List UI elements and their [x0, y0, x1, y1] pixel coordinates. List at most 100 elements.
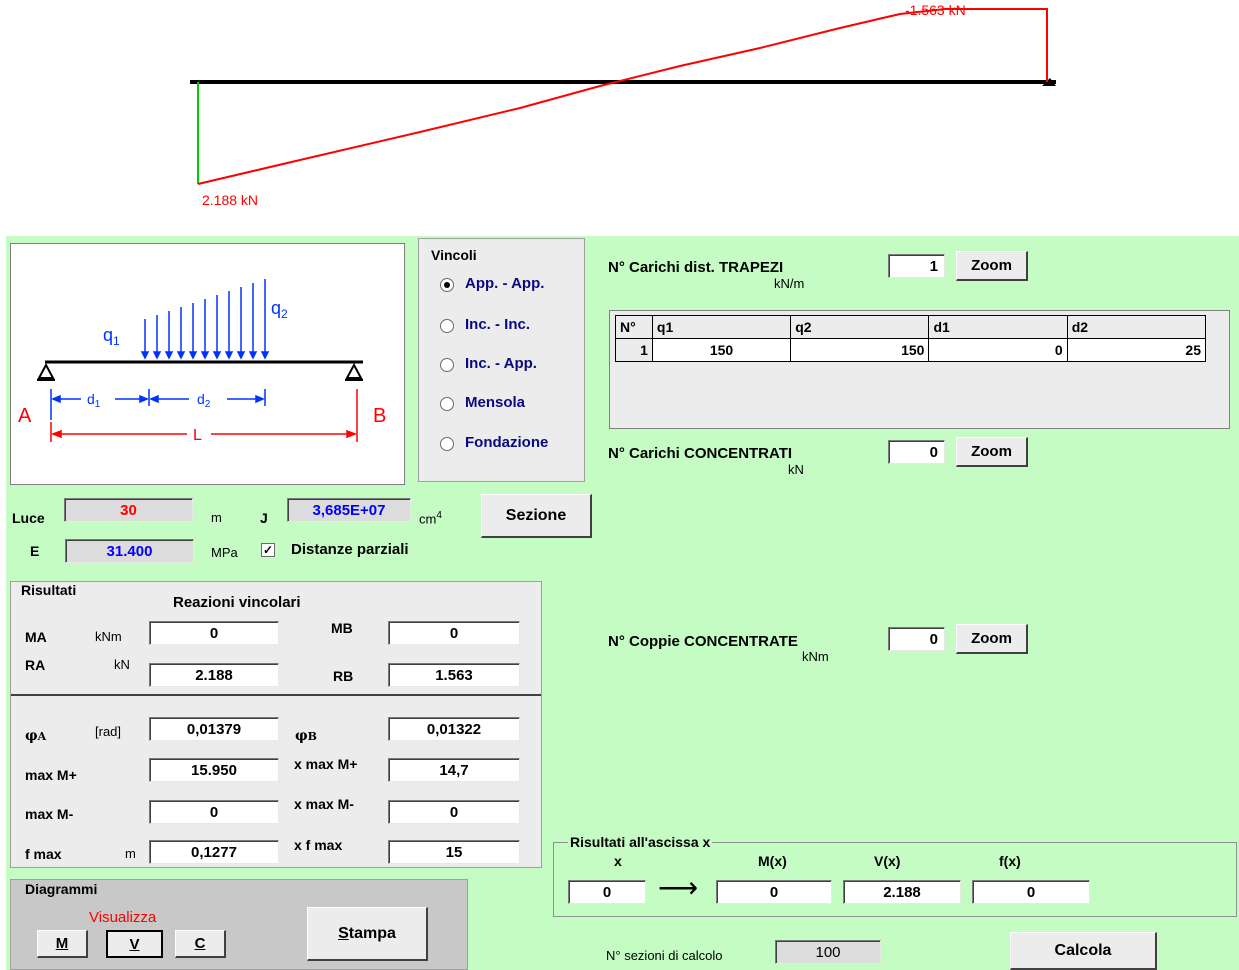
e-label: E [30, 543, 40, 559]
risultati-divider [11, 694, 541, 696]
sezioni-input[interactable]: 100 [775, 940, 881, 964]
phi-b-value: 0,01322 [388, 717, 520, 741]
ascissa-box: Risultati all'ascissa x x M(x) V(x) f(x)… [553, 834, 1237, 917]
radio-mensola[interactable] [440, 397, 454, 411]
max-m-plus-label: max M+ [25, 767, 77, 783]
coppie-count-input[interactable]: 0 [888, 627, 945, 651]
cell-d2[interactable]: 25 [1066, 338, 1207, 362]
stampa-button[interactable]: Stampa [307, 907, 428, 961]
trapezi-table: N° q1 q2 d1 d2 1 150 150 0 25 [615, 315, 1207, 362]
reazioni-subtitle: Reazioni vincolari [173, 594, 301, 611]
vincoli-title: Vincoli [431, 247, 477, 263]
mb-label: MB [331, 620, 353, 636]
radio-app-app[interactable] [440, 278, 454, 292]
luce-unit: m [211, 510, 222, 525]
trapezi-unit: kN/m [774, 276, 805, 291]
ascissa-f-value: 0 [972, 880, 1090, 904]
beam-sketch-drawing: q1 q2 A B d1 d2 L [18, 279, 386, 444]
col-header-n: N° [615, 315, 653, 339]
sezione-button[interactable]: Sezione [481, 494, 592, 538]
distanze-label[interactable]: Distanze parziali [291, 541, 409, 558]
radio-inc-inc-label[interactable]: Inc. - Inc. [465, 316, 530, 333]
radio-inc-app[interactable] [440, 358, 454, 372]
vincoli-box: Vincoli App. - App. Inc. - Inc. Inc. - A… [418, 238, 585, 482]
diagram-c-button[interactable]: C [175, 930, 226, 958]
coppie-zoom-button[interactable]: Zoom [956, 624, 1028, 654]
d2-label: d2 [197, 391, 211, 410]
radio-fondazione[interactable] [440, 437, 454, 451]
f-max-value: 0,1277 [149, 840, 279, 864]
ra-label: RA [25, 657, 46, 673]
ra-value: 2.188 [149, 663, 279, 687]
diagram-m-button[interactable]: M [37, 930, 88, 958]
radio-inc-inc[interactable] [440, 319, 454, 333]
cell-d1[interactable]: 0 [928, 338, 1068, 362]
max-m-minus-value: 0 [149, 800, 279, 824]
luce-input[interactable]: 30 [64, 498, 193, 522]
j-unit: cm4 [419, 510, 442, 527]
x-max-m-plus-label: x max M+ [294, 756, 358, 772]
span-label: L [193, 427, 202, 444]
trapezi-label: N° Carichi dist. TRAPEZI [608, 259, 784, 276]
main-panel: q1 q2 A B d1 d2 L Vincoli App. - App. In… [6, 236, 1239, 970]
ma-value: 0 [149, 621, 279, 645]
ascissa-x-input[interactable]: 0 [568, 880, 646, 904]
concentrati-unit: kN [788, 462, 804, 477]
d1-label: d1 [87, 391, 101, 410]
col-header-q1: q1 [651, 315, 792, 339]
ma-label: MA [25, 629, 47, 645]
radio-app-app-label[interactable]: App. - App. [465, 275, 544, 292]
j-unit-exponent: 4 [436, 510, 442, 521]
shear-line [197, 8, 1048, 185]
trapezi-count-input[interactable]: 1 [888, 254, 945, 278]
j-input[interactable]: 3,685E+07 [287, 498, 411, 522]
x-max-m-minus-label: x max M- [294, 796, 354, 812]
ma-unit: kNm [95, 629, 122, 644]
concentrati-count-input[interactable]: 0 [888, 440, 945, 464]
ra-unit: kN [114, 657, 130, 672]
support-a-label: A [18, 405, 32, 427]
sezioni-label: N° sezioni di calcolo [606, 948, 723, 963]
rb-value: 1.563 [388, 663, 520, 687]
diagram-v-button[interactable]: V [106, 930, 163, 958]
max-m-plus-value: 15.950 [149, 758, 279, 782]
radio-mensola-label[interactable]: Mensola [465, 394, 525, 411]
rb-label: RB [333, 668, 354, 684]
risultati-title: Risultati [21, 582, 77, 598]
distanze-checkbox[interactable]: ✓ [261, 543, 275, 557]
q1-label: q1 [103, 325, 120, 348]
concentrati-zoom-button[interactable]: Zoom [956, 437, 1028, 467]
arrow-right-icon: ⟶ [658, 872, 699, 903]
shear-diagram: 2.188 kN -1.563 kN [190, 2, 1056, 208]
ascissa-m-value: 0 [716, 880, 832, 904]
diagrammi-title: Diagrammi [25, 881, 98, 897]
mb-value: 0 [388, 621, 520, 645]
radio-inc-app-label[interactable]: Inc. - App. [465, 355, 537, 372]
cell-n[interactable]: 1 [615, 338, 653, 362]
coppie-unit: kNm [802, 649, 829, 664]
ascissa-m-label: M(x) [758, 853, 787, 869]
ascissa-title: Risultati all'ascissa x [568, 834, 713, 850]
visualizza-label: Visualizza [89, 909, 157, 926]
diagrammi-box: Diagrammi Visualizza M V C Stampa [10, 879, 468, 970]
trapezi-zoom-button[interactable]: Zoom [956, 251, 1028, 281]
j-label: J [260, 510, 268, 526]
e-unit: MPa [211, 545, 238, 560]
support-b-label: B [373, 405, 386, 427]
calcola-button[interactable]: Calcola [1010, 932, 1157, 970]
col-header-q2: q2 [790, 315, 930, 339]
table-row: 1 150 150 0 25 [615, 338, 1207, 362]
col-header-d1: d1 [928, 315, 1068, 339]
ascissa-f-label: f(x) [999, 853, 1021, 869]
cell-q1[interactable]: 150 [651, 338, 792, 362]
phi-a-unit: [rad] [95, 724, 122, 739]
max-m-minus-label: max M- [25, 806, 74, 822]
f-max-unit: m [125, 846, 136, 861]
f-max-label: f max [25, 846, 62, 862]
ascissa-v-value: 2.188 [843, 880, 961, 904]
cell-q2[interactable]: 150 [790, 338, 930, 362]
e-input[interactable]: 31.400 [65, 539, 194, 563]
x-max-m-plus-value: 14,7 [388, 758, 520, 782]
q2-label: q2 [271, 298, 288, 321]
radio-fondazione-label[interactable]: Fondazione [465, 434, 548, 451]
